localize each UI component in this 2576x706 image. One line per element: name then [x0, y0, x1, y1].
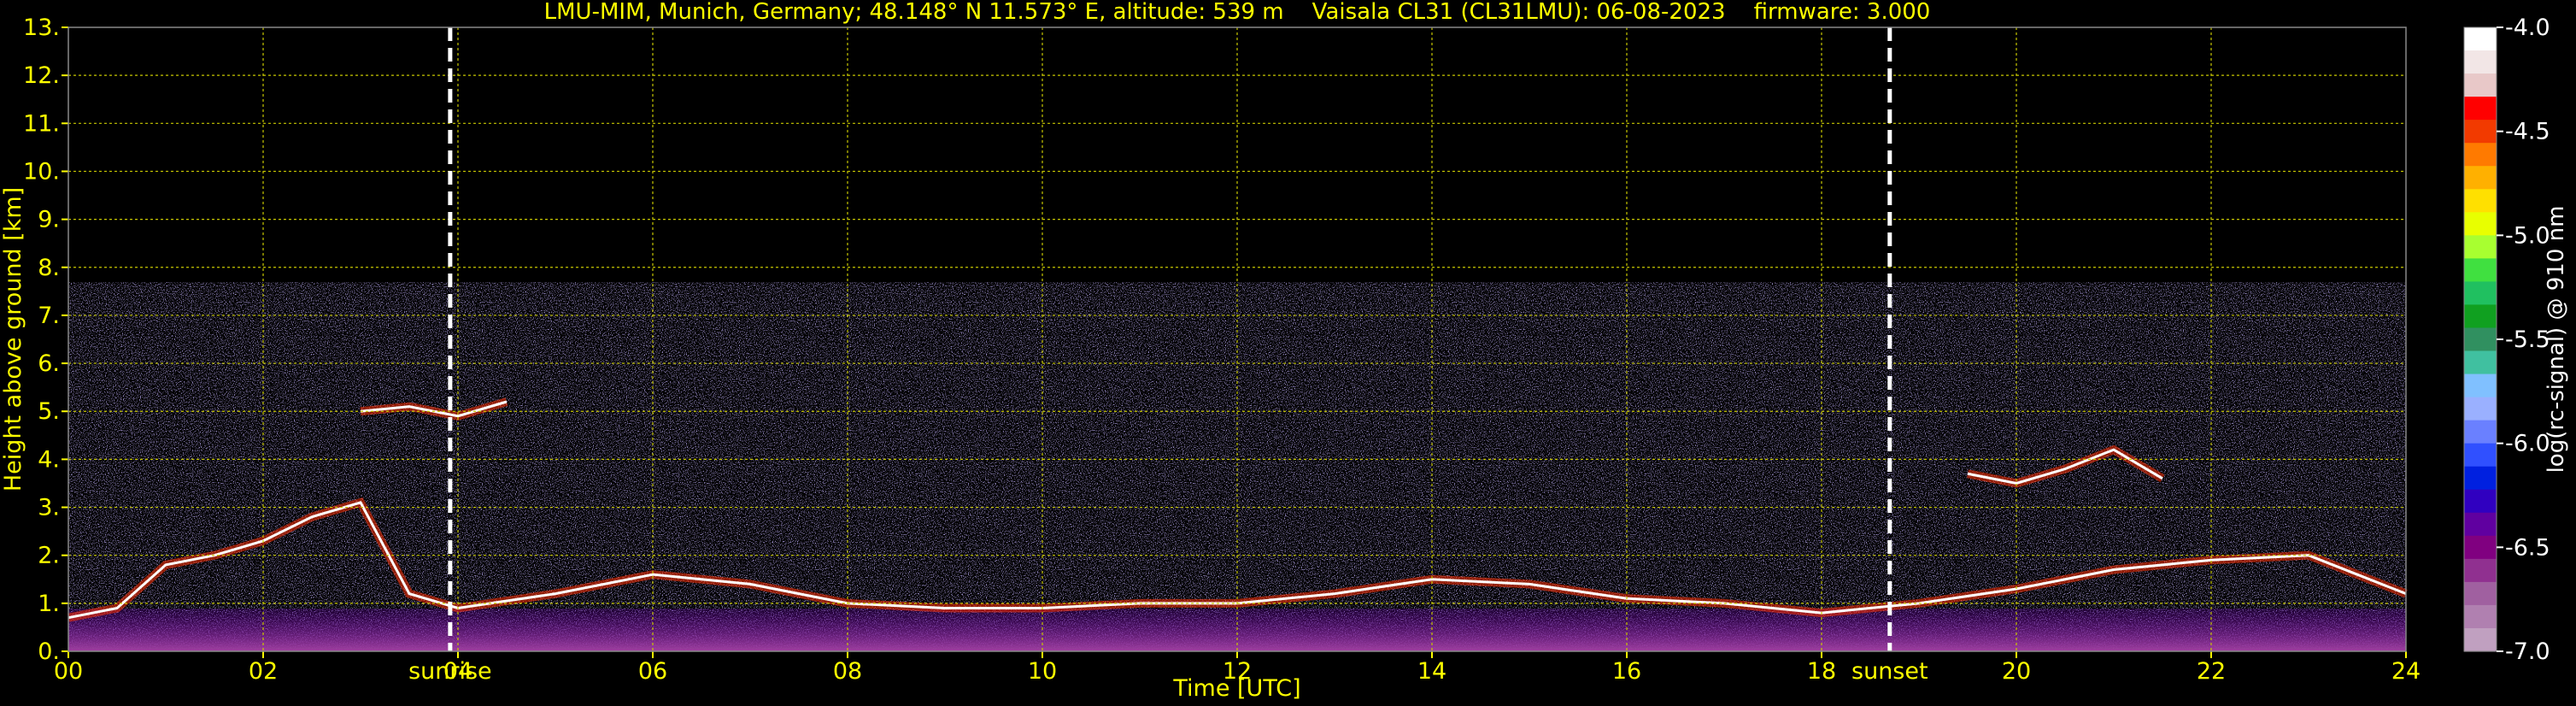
colorbar-swatch	[2464, 581, 2497, 606]
colorbar-swatch	[2464, 374, 2497, 398]
colorbar-swatch	[2464, 143, 2497, 167]
colorbar-swatch	[2464, 535, 2497, 560]
x-tick-label: 24	[2391, 658, 2421, 685]
x-tick-label: 06	[638, 658, 667, 685]
y-tick-label: 0.	[38, 638, 60, 665]
colorbar-swatch	[2464, 604, 2497, 629]
colorbar-tick-label: -4.0	[2505, 15, 2550, 41]
y-tick-label: 1.	[38, 591, 60, 617]
sunset-label: sunset	[1851, 658, 1928, 685]
colorbar-tick-label: -6.5	[2505, 534, 2550, 561]
colorbar-tick-label: -7.0	[2505, 638, 2550, 665]
colorbar-swatch	[2464, 466, 2497, 491]
colorbar-swatch	[2464, 120, 2497, 144]
colorbar-swatch	[2464, 397, 2497, 421]
y-tick-label: 7.	[38, 303, 60, 329]
x-tick-label: 02	[249, 658, 278, 685]
colorbar: -4.0-4.5-5.0-5.5-6.0-6.5-7.0	[2463, 15, 2550, 665]
y-axis: 0. 1. 2. 3. 4. 5. 6. 7. 8. 9. 10. 11. 12. 13.	[23, 15, 68, 665]
x-tick-label: 10	[1028, 658, 1057, 685]
colorbar-swatch	[2464, 420, 2497, 444]
y-tick-label: 13.	[23, 15, 60, 41]
colorbar-swatch	[2464, 327, 2497, 352]
colorbar-swatch	[2464, 189, 2497, 213]
y-tick-label: 4.	[38, 446, 60, 473]
chart-title: LMU-MIM, Munich, Germany; 48.148° N 11.5…	[544, 0, 1931, 25]
x-tick-label: 16	[1612, 658, 1641, 685]
colorbar-swatch	[2464, 281, 2497, 306]
x-tick-label: 14	[1417, 658, 1446, 685]
y-tick-label: 9.	[38, 207, 60, 233]
x-tick-label: 20	[2002, 658, 2031, 685]
colorbar-tick-label: -4.5	[2505, 119, 2550, 145]
y-tick-label: 5.	[38, 398, 60, 425]
colorbar-swatch	[2464, 350, 2497, 375]
colorbar-swatch	[2464, 235, 2497, 259]
y-axis-label: Height above ground [km]	[0, 187, 26, 491]
y-tick-label: 3.	[38, 495, 60, 521]
colorbar-swatch	[2464, 97, 2497, 121]
x-tick-label: 08	[833, 658, 862, 685]
y-tick-label: 2.	[38, 543, 60, 569]
y-tick-label: 8.	[38, 255, 60, 281]
x-tick-label: 04	[443, 658, 472, 685]
colorbar-label: log(rc-signal) @ 910 nm	[2544, 206, 2569, 474]
ceilometer-chart: sunrise sunset 00 02 04 06 08 10 12 14 16 18 20 22 24…	[0, 0, 2569, 702]
y-tick-label: 12.	[23, 62, 60, 89]
x-tick-label: 22	[2197, 658, 2226, 685]
x-tick-label: 18	[1807, 658, 1836, 685]
colorbar-swatch	[2464, 304, 2497, 329]
colorbar-swatch	[2464, 512, 2497, 537]
colorbar-swatch	[2464, 443, 2497, 468]
colorbar-swatch	[2464, 212, 2497, 236]
x-axis-label: Time [UTC]	[1172, 675, 1300, 702]
y-tick-label: 10.	[23, 158, 60, 185]
colorbar-swatch	[2464, 166, 2497, 190]
colorbar-swatch	[2464, 50, 2497, 74]
colorbar-swatch	[2464, 489, 2497, 514]
colorbar-swatch	[2464, 258, 2497, 283]
y-tick-label: 6.	[38, 350, 60, 377]
colorbar-swatch	[2464, 627, 2497, 652]
colorbar-swatch	[2464, 558, 2497, 583]
colorbar-swatch	[2464, 27, 2497, 51]
y-tick-label: 11.	[23, 110, 60, 137]
colorbar-swatch	[2464, 74, 2497, 97]
